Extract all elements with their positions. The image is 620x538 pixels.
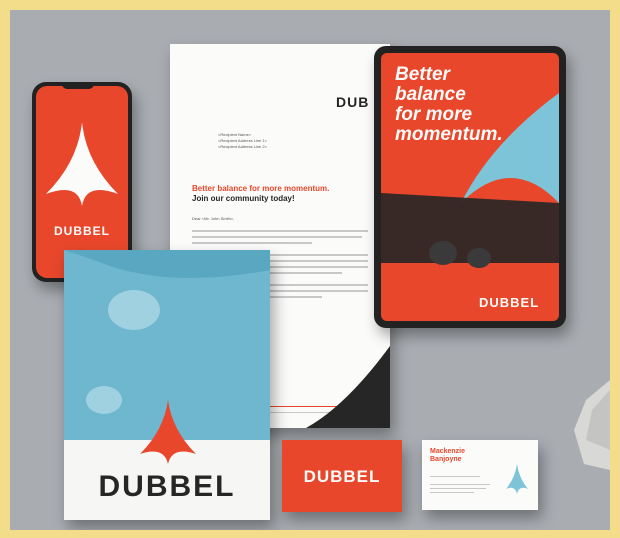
phone-logo: DUBBEL [54, 224, 110, 238]
card-star-icon [506, 464, 528, 494]
tablet-headline-4: momentum. [395, 124, 503, 145]
card-name-first: Mackenzie [430, 448, 466, 455]
letterhead-logo: DUB [336, 94, 370, 110]
card-text-line [430, 476, 480, 477]
body-text-line [192, 236, 362, 238]
letter-salutation: Dear <Mr. John Smith>, [192, 216, 235, 221]
body-text-line [192, 242, 312, 244]
business-card-front: DUBBEL [282, 440, 402, 512]
letter-subheadline: Join our community today! [192, 194, 295, 203]
card-name-last: Banjoyne [430, 456, 462, 463]
business-card-back: Mackenzie Banjoyne [422, 440, 538, 510]
letter-headline: Better balance for more momentum. [192, 184, 330, 193]
phone-notch [62, 82, 94, 89]
star-icon [46, 122, 118, 206]
tablet: Better balance for more momentum. DUBBEL [374, 46, 566, 328]
decorative-rock [574, 380, 610, 470]
recipient-address-2: <Recipient Address Line 2> [218, 144, 267, 149]
tablet-logo: DUBBEL [479, 295, 540, 310]
body-text-line [192, 230, 368, 232]
letter-corner-shape [306, 346, 390, 428]
tablet-headline-1: Better [395, 64, 450, 85]
tablet-headline-2: balance [395, 84, 466, 105]
poster: DUBBEL [64, 250, 270, 520]
poster-star-icon [140, 400, 196, 464]
photo-stage: DUB <Recipient Name> <Recipient Address … [0, 0, 620, 538]
tablet-headline-3: for more [395, 104, 473, 125]
card-text-line [430, 484, 490, 485]
tablet-screen: Better balance for more momentum. DUBBEL [381, 53, 559, 321]
card-text-line [430, 488, 486, 489]
card-text-line [430, 492, 474, 493]
poster-logo: DUBBEL [98, 470, 236, 503]
brand-mockup-photo: DUB <Recipient Name> <Recipient Address … [10, 10, 610, 530]
card-logo: DUBBEL [303, 467, 381, 486]
